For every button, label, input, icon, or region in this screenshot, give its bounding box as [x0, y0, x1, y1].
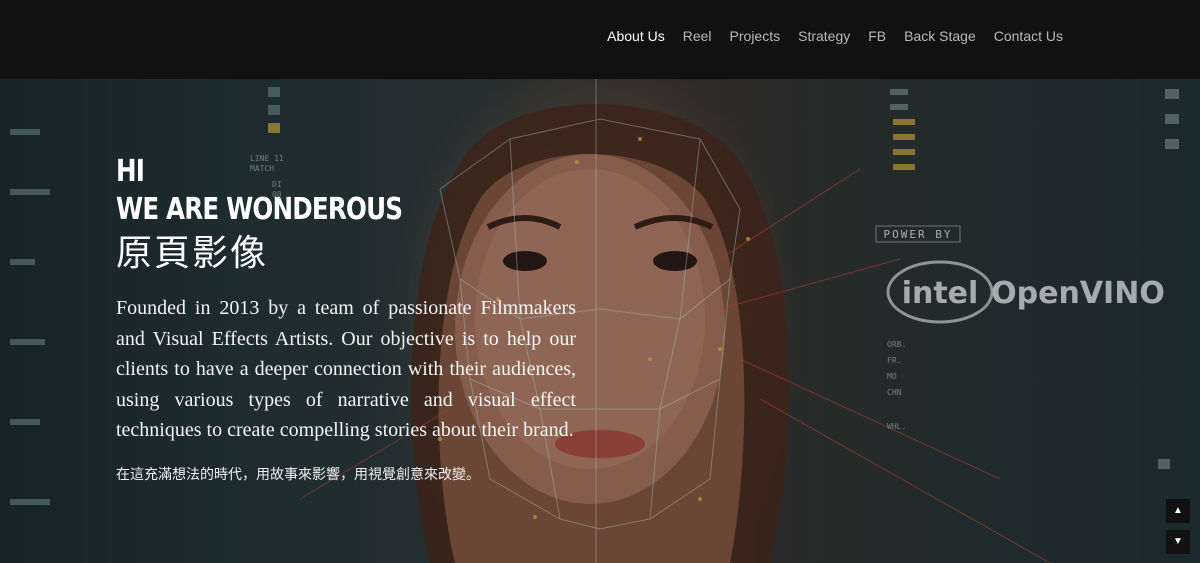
- hero-headline: WE ARE WONDEROUS: [116, 192, 403, 227]
- scroll-down-button[interactable]: ▼: [1166, 530, 1190, 554]
- main-nav: About Us Reel Projects Strategy FB Back …: [598, 26, 1072, 46]
- nav-item-projects[interactable]: Projects: [721, 26, 790, 46]
- hero-chinese-title: 原頁影像: [116, 233, 269, 274]
- hero-description: Founded in 2013 by a team of passionate …: [116, 297, 576, 441]
- nav-item-contact-us[interactable]: Contact Us: [985, 26, 1072, 46]
- hero-chinese-tagline: 在這充滿想法的時代，用故事來影響，用視覺創意來改變。: [116, 466, 480, 483]
- top-navigation-bar: About Us Reel Projects Strategy FB Back …: [0, 0, 1200, 79]
- nav-item-back-stage[interactable]: Back Stage: [895, 26, 985, 46]
- caret-down-icon: ▼: [1173, 536, 1183, 547]
- hero-text-block: HI WE ARE WONDEROUS 原頁影像 Founded in 2013…: [116, 154, 576, 484]
- hero-section: LINE 11 MATCH DI 00 POWER BY intel OpenV…: [0, 79, 1200, 563]
- nav-item-fb[interactable]: FB: [859, 26, 895, 46]
- caret-up-icon: ▲: [1173, 505, 1183, 516]
- nav-item-reel[interactable]: Reel: [674, 26, 721, 46]
- nav-item-strategy[interactable]: Strategy: [789, 26, 859, 46]
- hero-greeting: HI: [116, 154, 145, 189]
- scroll-up-button[interactable]: ▲: [1166, 499, 1190, 523]
- nav-item-about-us[interactable]: About Us: [598, 26, 674, 46]
